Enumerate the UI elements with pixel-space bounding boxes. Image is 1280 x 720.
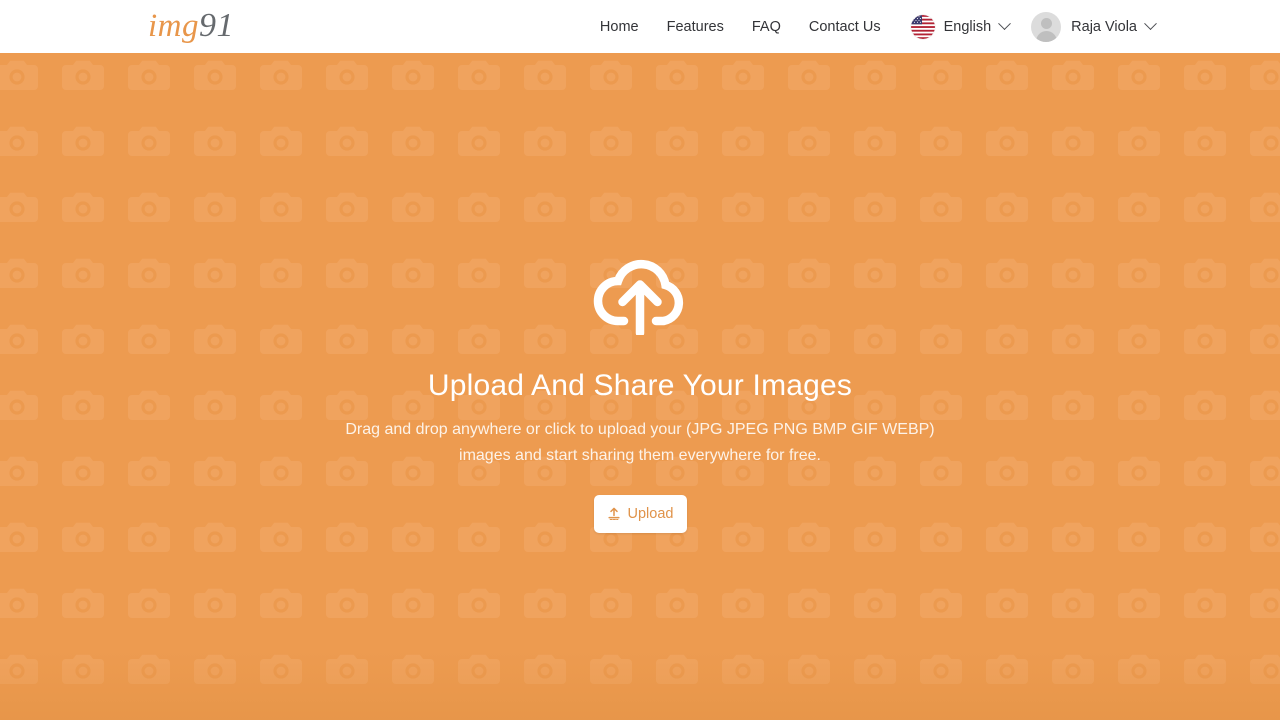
upload-arrow-icon: [607, 507, 621, 521]
nav-link-contact-us[interactable]: Contact Us: [809, 19, 881, 35]
upload-button-label: Upload: [627, 506, 674, 522]
logo-text-img: img: [148, 8, 199, 44]
page-title: Upload And Share Your Images: [427, 369, 853, 402]
hero-subtitle: Drag and drop anywhere or click to uploa…: [330, 417, 950, 469]
hero-upload-dropzone[interactable]: Upload And Share Your Images Drag and dr…: [0, 53, 1280, 720]
user-avatar-placeholder-icon: [1031, 11, 1062, 42]
chevron-down-icon: [998, 17, 1012, 31]
nav-link-home[interactable]: Home: [600, 19, 639, 35]
chevron-down-icon: [1144, 17, 1157, 31]
language-label: English: [943, 18, 992, 35]
main-navigation: Home Features FAQ Contact Us English Raj…: [600, 0, 1280, 53]
us-flag-icon: [910, 14, 935, 39]
user-name-label: Raja Viola: [1071, 18, 1137, 35]
user-menu[interactable]: Raja Viola: [1031, 11, 1157, 42]
site-header: img91 Home Features FAQ Contact Us Engli…: [0, 0, 1280, 53]
nav-link-features[interactable]: Features: [667, 19, 724, 35]
language-selector[interactable]: English: [910, 14, 1012, 39]
logo-text-91: 91: [199, 7, 234, 44]
nav-link-faq[interactable]: FAQ: [752, 19, 781, 35]
hero-subtitle-line-1: Drag and drop anywhere or click to uploa…: [345, 421, 935, 438]
site-logo[interactable]: img91: [148, 4, 234, 48]
cloud-upload-icon: [591, 249, 689, 335]
upload-button[interactable]: Upload: [593, 495, 687, 533]
hero-subtitle-line-2: images and start sharing them everywhere…: [459, 447, 821, 464]
hero-content: Upload And Share Your Images Drag and dr…: [0, 53, 1280, 720]
